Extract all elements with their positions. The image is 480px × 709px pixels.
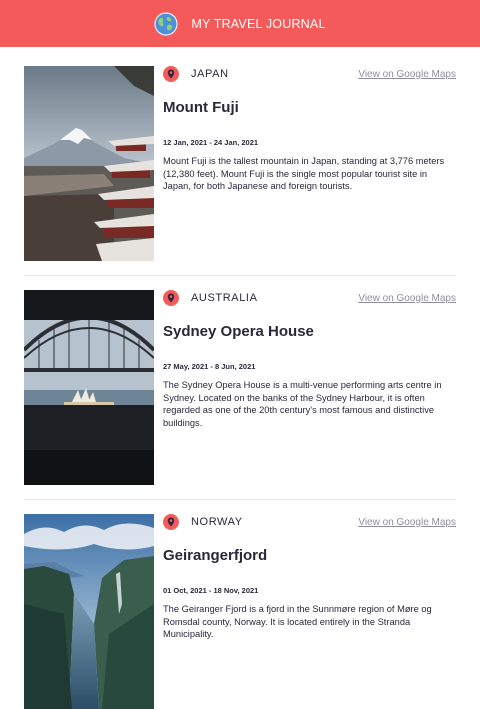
google-maps-link[interactable]: View on Google Maps <box>358 517 456 528</box>
location-pin-icon <box>163 66 179 82</box>
journal-entry: NORWAY View on Google Maps Geirangerfjor… <box>24 514 456 709</box>
entry-photo-geirangerfjord <box>24 514 154 709</box>
google-maps-link[interactable]: View on Google Maps <box>358 293 456 304</box>
entry-dates: 12 Jan, 2021 - 24 Jan, 2021 <box>163 138 259 147</box>
entry-divider <box>24 275 456 276</box>
entry-dates: 01 Oct, 2021 - 18 Nov, 2021 <box>163 586 259 595</box>
app-title: MY TRAVEL JOURNAL <box>191 16 326 31</box>
journal-entry: AUSTRALIA View on Google Maps Sydney Ope… <box>24 290 456 485</box>
google-maps-link[interactable]: View on Google Maps <box>358 69 456 80</box>
entry-country: AUSTRALIA <box>191 292 258 304</box>
location-pin-icon <box>163 290 179 306</box>
entry-dates: 27 May, 2021 - 8 Jun, 2021 <box>163 362 256 371</box>
entry-photo-sydney-opera-house <box>24 290 154 485</box>
entry-description: The Geiranger Fjord is a fjord in the Su… <box>163 604 432 639</box>
entry-divider <box>24 499 456 500</box>
entry-title: Mount Fuji <box>163 99 239 116</box>
entry-country: JAPAN <box>191 68 229 80</box>
globe-icon <box>154 11 178 36</box>
app-header: MY TRAVEL JOURNAL <box>0 0 480 47</box>
entry-title: Sydney Opera House <box>163 323 314 340</box>
entry-photo-mount-fuji <box>24 66 154 261</box>
entry-country: NORWAY <box>191 516 243 528</box>
entry-description: Mount Fuji is the tallest mountain in Ja… <box>163 156 445 191</box>
entry-title: Geirangerfjord <box>163 547 268 564</box>
journal-entry: JAPAN View on Google Maps Mount Fuji 12 … <box>24 66 456 261</box>
entry-description: The Sydney Opera House is a multi-venue … <box>163 380 442 428</box>
location-pin-icon <box>163 514 179 530</box>
